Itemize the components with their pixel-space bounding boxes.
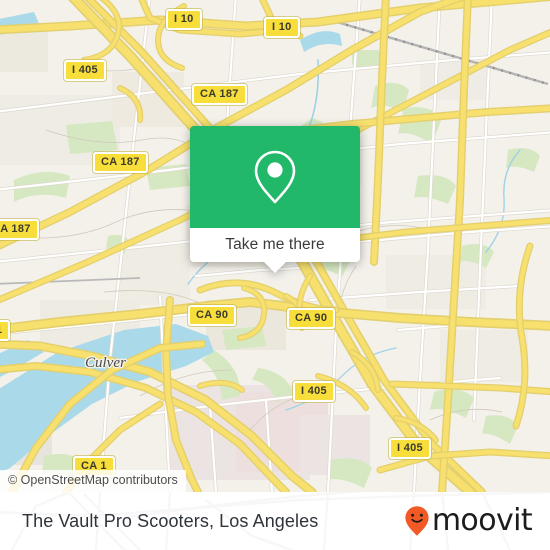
place-title: The Vault Pro Scooters, Los Angeles <box>22 510 319 531</box>
map-canvas[interactable]: .mjr-case{stroke:#e3cf6d;fill:none;strok… <box>0 0 550 492</box>
shield-ca90-left: CA 90 <box>188 305 237 326</box>
shield-ca187-top: CA 187 <box>192 84 247 105</box>
shield-i10-right: I 10 <box>264 17 300 38</box>
shield-ca1-left-clipped: 1 <box>0 320 11 341</box>
shield-i10-left: I 10 <box>166 9 202 30</box>
popup-pointer-tail <box>264 262 286 273</box>
moovit-wordmark: moovit <box>431 503 533 538</box>
location-popup-card[interactable]: Take me there <box>190 126 360 273</box>
popup-header <box>190 126 360 228</box>
footer-bar: The Vault Pro Scooters, Los Angeles moov… <box>0 492 550 550</box>
take-me-there-button[interactable]: Take me there <box>225 236 325 254</box>
osm-attribution[interactable]: © OpenStreetMap contributors <box>0 470 186 492</box>
moovit-logo[interactable]: moovit <box>404 503 533 538</box>
shield-ca187-mid: CA 187 <box>93 152 148 173</box>
shield-i405-top: I 405 <box>64 60 106 81</box>
shield-i405-bottom: I 405 <box>389 438 431 459</box>
shield-ca90-right: CA 90 <box>287 308 336 329</box>
place-label-culver: Culver <box>85 355 126 371</box>
footer-content: The Vault Pro Scooters, Los Angeles moov… <box>0 492 550 550</box>
map-pin-icon <box>254 150 296 204</box>
shield-ca187-left-clipped: CA 187 <box>0 219 39 240</box>
shield-i405-mid: I 405 <box>293 381 335 402</box>
moovit-map-screenshot: .mjr-case{stroke:#e3cf6d;fill:none;strok… <box>0 0 550 550</box>
moovit-pin-smiley-icon <box>405 506 429 536</box>
popup-footer[interactable]: Take me there <box>190 228 360 273</box>
